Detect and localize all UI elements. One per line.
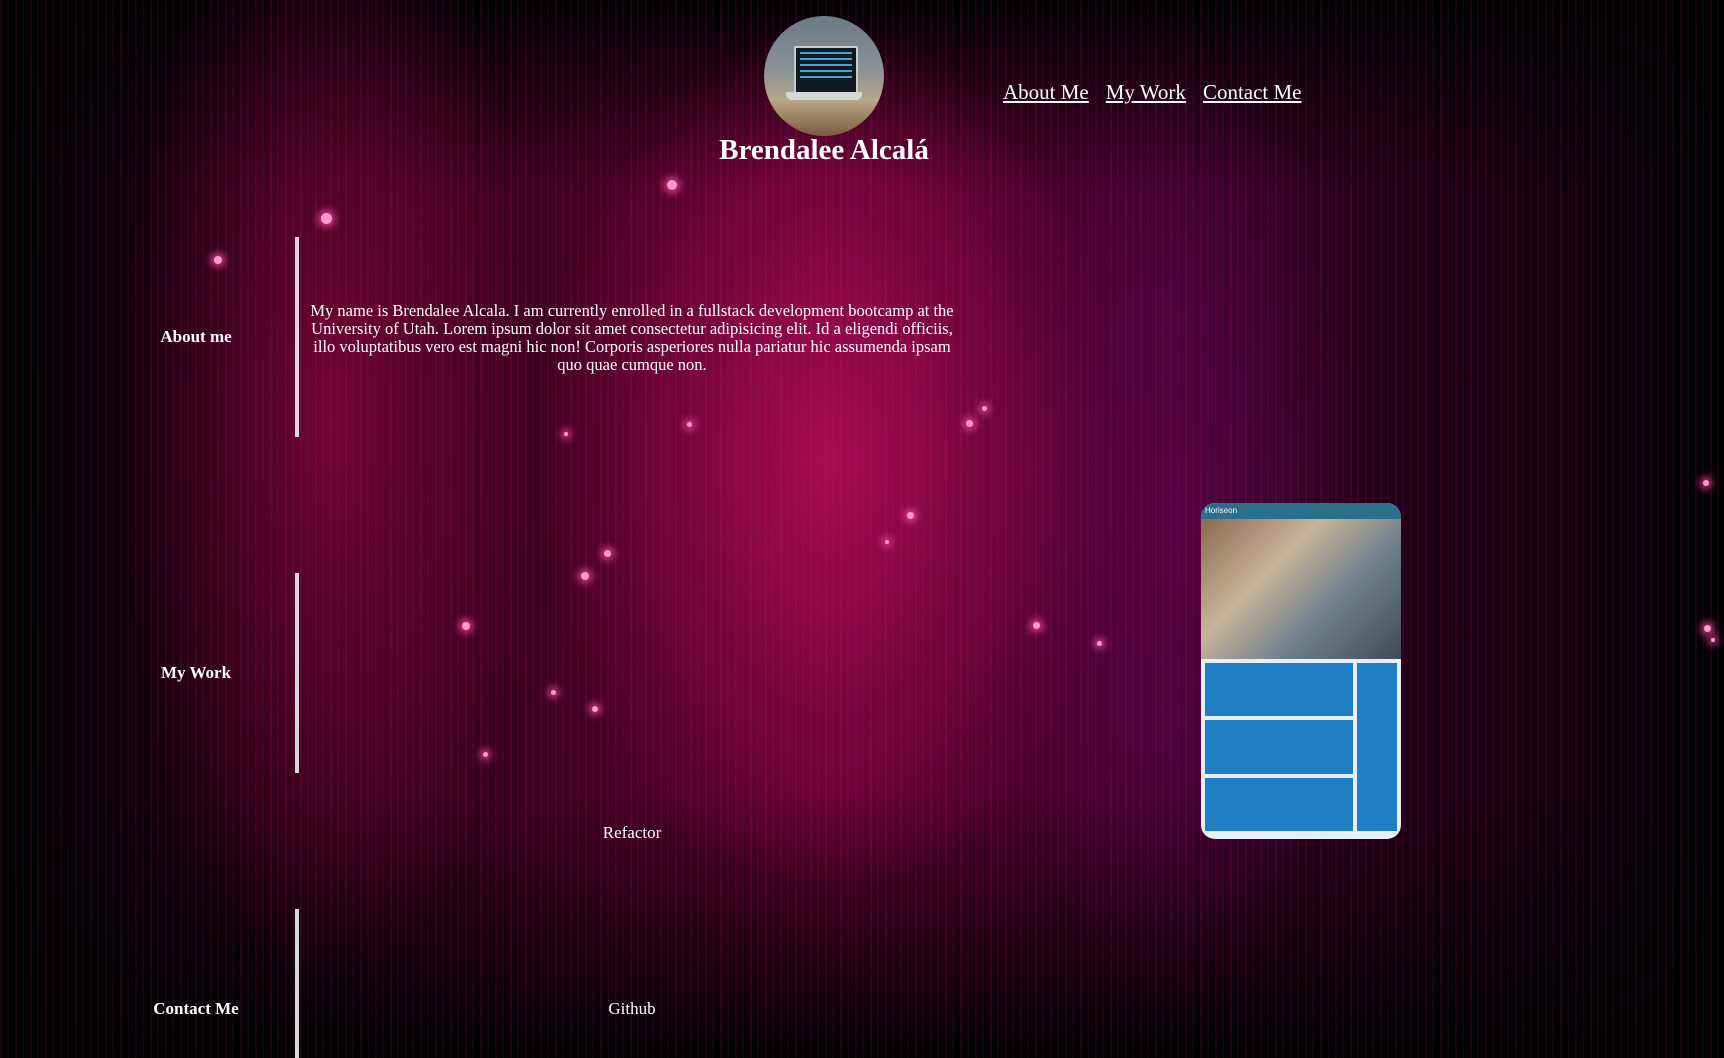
portfolio-page: Brendalee Alcalá About Me My Work Contac…: [0, 0, 1724, 1058]
section-label-contact: Contact Me: [153, 999, 239, 1018]
sparkle: [1703, 480, 1709, 486]
project-screenshot-brand: Horiseon: [1201, 503, 1401, 519]
section-label-work: My Work: [160, 663, 232, 682]
sparkle: [1704, 625, 1711, 632]
nav-link-contact-me[interactable]: Contact Me: [1203, 80, 1302, 105]
project-label-refactor[interactable]: Refactor: [532, 823, 732, 843]
sparkle: [907, 512, 914, 519]
sparkle: [483, 752, 488, 757]
project-screenshot[interactable]: Horiseon: [1201, 503, 1401, 839]
site-title: Brendalee Alcalá: [719, 134, 929, 166]
about-text: My name is Brendalee Alcala. I am curren…: [310, 301, 954, 374]
nav-link-my-work[interactable]: My Work: [1106, 80, 1186, 105]
section-divider: [295, 573, 299, 773]
top-nav: About Me My Work Contact Me: [1003, 80, 1302, 105]
avatar: [764, 16, 884, 136]
sparkle: [564, 432, 568, 436]
section-label-about: About me: [160, 327, 232, 346]
sparkle: [1097, 641, 1102, 646]
github-link[interactable]: Github: [532, 999, 732, 1019]
sparkle: [982, 406, 987, 411]
sparkle: [1033, 622, 1040, 629]
nav-link-about-me[interactable]: About Me: [1003, 80, 1089, 105]
sparkle: [687, 422, 692, 427]
laptop-icon: [794, 46, 858, 94]
sparkle: [667, 180, 677, 190]
section-divider: [295, 237, 299, 437]
sparkle: [321, 213, 332, 224]
section-divider: [295, 909, 299, 1058]
sparkle: [966, 420, 973, 427]
sparkle: [214, 256, 222, 264]
sparkle: [462, 622, 470, 630]
sparkle: [581, 572, 589, 580]
sparkle: [604, 550, 611, 557]
sparkle: [592, 706, 598, 712]
sparkle: [1711, 638, 1715, 642]
sparkle: [551, 690, 556, 695]
sparkle: [885, 540, 889, 544]
